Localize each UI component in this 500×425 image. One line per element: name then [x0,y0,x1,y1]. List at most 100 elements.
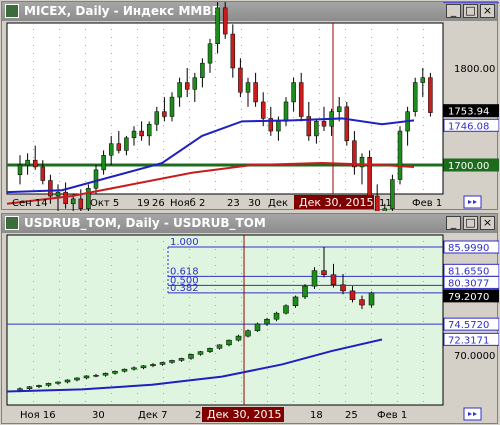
candle [412,82,418,112]
candle [207,348,213,352]
candle [397,130,403,180]
candle [382,208,388,211]
price-label: 1873.53 [448,2,489,4]
plot-area[interactable] [6,234,444,406]
time-axis-label: Окт 5 [90,198,119,209]
price-label: 72.3171 [448,335,489,346]
candle [276,121,281,132]
candle [169,96,175,117]
candle [235,335,242,341]
candle [420,77,426,83]
candle [45,383,52,386]
candle [74,377,80,381]
candle [367,156,372,197]
price-label: 81.6550 [448,266,489,277]
candle [264,318,270,325]
candle [32,159,38,168]
candle [283,305,289,314]
price-label: 80.3077 [448,278,489,289]
usdrub-price-chart[interactable]: 1.0000.6180.5000.38270.000085.999081.655… [2,214,499,425]
candle [159,362,166,365]
candle [25,159,30,166]
candle [273,312,280,320]
candle [154,111,160,125]
price-label: 79.2070 [448,292,489,303]
candle [336,106,342,112]
candle [197,351,204,355]
axis-label: 70.0000 [454,351,495,362]
candle [55,381,61,384]
candle [200,62,205,78]
candle [207,43,213,64]
time-axis-label: 23 [227,198,240,209]
candle [311,270,318,287]
time-axis-label: 26 [152,198,165,209]
candle [245,330,251,337]
time-axis-label: 25 [345,410,358,421]
time-axis-label: Сен 14 [12,198,48,209]
candle [253,82,258,103]
scroll-right-icon[interactable] [463,407,482,421]
candle [298,82,304,117]
candle [245,82,251,93]
candle [222,7,228,35]
candle [26,386,33,390]
candle [140,365,147,369]
time-axis-label: 30 [92,410,105,421]
candle [368,292,375,306]
candle [344,106,350,142]
time-axis-label: 2 [195,410,201,421]
usdrub-chart-window[interactable]: USDRUB_TOM, Daily - USDRUB_TOM _ □ × 1.0… [1,213,499,425]
candle [48,180,53,197]
time-axis-label: Фев 1 [412,198,442,209]
candle [108,143,114,156]
scroll-right-icon[interactable] [463,195,482,209]
candle [116,143,122,151]
candle [131,367,137,370]
time-axis-label: 30 [248,198,261,209]
candle [215,7,220,44]
candle [184,82,190,90]
candle [260,101,266,119]
candle [349,290,356,300]
candle [314,121,319,137]
time-axis-label: 18 [310,410,323,421]
candle [178,358,185,361]
candle [63,191,68,205]
fib-label: 0.382 [170,283,199,294]
candle [93,169,99,189]
time-axis-label: 11 [379,198,392,209]
micex-chart-window[interactable]: MICEX, Daily - Индекс ММВБ _ □ × 1800.00… [1,1,499,211]
candle [352,140,357,168]
candle [70,198,76,205]
candle [302,285,308,298]
candle [321,121,327,127]
time-axis-label: Фев 1 [377,410,407,421]
candle [321,270,327,275]
candle [359,156,365,168]
price-label: 85.9990 [448,243,489,254]
candle [101,155,106,171]
time-axis-label: Ноя 16 [20,410,56,421]
candle [254,323,261,331]
candle [330,274,337,286]
candle [124,137,129,151]
candle [40,166,46,181]
candle [83,375,90,379]
candle [216,344,223,349]
time-axis-label: Нояб 2 [170,198,205,209]
candle [162,111,167,117]
micex-price-chart[interactable]: 1800.001600.001873.531753.941746.081700.… [2,2,499,211]
candle [291,82,296,103]
axis-label: 1800.00 [454,64,495,75]
candle [188,354,194,359]
candle [230,33,236,69]
candle [169,360,175,363]
cursor-date-label: Дек 30, 2015 [299,196,374,209]
candle [359,299,365,306]
candle [121,368,128,372]
candle [112,370,118,374]
candle [146,124,152,137]
time-axis-label: Дек 7 [138,410,168,421]
candle [428,77,433,113]
